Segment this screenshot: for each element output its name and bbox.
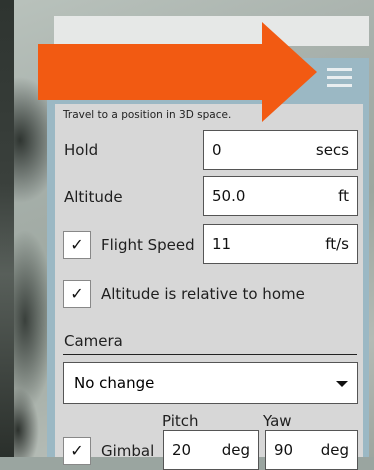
hamburger-icon — [327, 76, 352, 79]
altitude-value: 50.0 — [212, 187, 246, 205]
flight-speed-value: 11 — [212, 235, 232, 253]
yaw-header: Yaw — [263, 412, 292, 430]
camera-selected-value: No change — [74, 374, 155, 392]
camera-label: Camera — [64, 332, 123, 350]
hold-unit: secs — [315, 141, 349, 159]
command-description: Travel to a position in 3D space. — [63, 109, 232, 121]
pitch-header: Pitch — [162, 412, 199, 430]
altitude-label: Altitude — [64, 188, 123, 206]
dropdown-caret-icon — [336, 381, 348, 387]
top-toolbar — [54, 16, 369, 46]
pitch-field[interactable]: 20 deg — [163, 430, 259, 470]
relative-home-checkbox[interactable]: ✓ — [63, 280, 91, 308]
pitch-value: 20 — [172, 441, 192, 459]
flight-speed-unit: ft/s — [325, 235, 349, 253]
yaw-value: 90 — [274, 441, 294, 459]
yaw-field[interactable]: 90 deg — [265, 430, 358, 470]
camera-divider — [63, 354, 357, 355]
relative-home-label: Altitude is relative to home — [101, 285, 305, 303]
hold-value: 0 — [212, 141, 222, 159]
flight-speed-field[interactable]: 11 ft/s — [203, 224, 358, 264]
gimbal-checkbox[interactable]: ✓ — [63, 437, 91, 465]
altitude-field[interactable]: 50.0 ft — [203, 176, 358, 216]
altitude-unit: ft — [338, 187, 349, 205]
gimbal-label: Gimbal — [101, 442, 155, 460]
yaw-unit: deg — [320, 441, 349, 459]
hold-field[interactable]: 0 secs — [203, 130, 358, 170]
map-background-shadow — [0, 0, 14, 457]
menu-button[interactable] — [321, 64, 359, 94]
camera-select[interactable]: No change — [63, 362, 358, 404]
pitch-unit: deg — [221, 441, 250, 459]
hamburger-icon — [327, 84, 352, 87]
flight-speed-label: Flight Speed — [101, 236, 195, 254]
hold-label: Hold — [64, 141, 99, 159]
flight-speed-checkbox[interactable]: ✓ — [63, 231, 91, 259]
hamburger-icon — [327, 68, 352, 71]
